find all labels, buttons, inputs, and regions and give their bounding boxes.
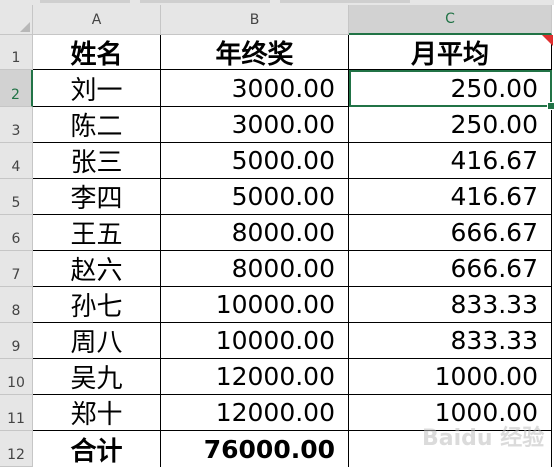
cell-name-8[interactable]: 孙七 <box>33 287 161 323</box>
row-header-12[interactable]: 12 <box>0 431 33 467</box>
cell-bonus-7[interactable]: 8000.00 <box>161 251 349 287</box>
cell-name-5[interactable]: 李四 <box>33 179 161 215</box>
row-header-5[interactable]: 5 <box>0 179 33 215</box>
column-header-c[interactable]: C <box>349 5 552 35</box>
cell-bonus-10[interactable]: 12000.00 <box>161 359 349 395</box>
row-header-10[interactable]: 10 <box>0 359 33 395</box>
cell-name-9[interactable]: 周八 <box>33 323 161 359</box>
header-cell-name-1[interactable]: 姓名 <box>33 35 161 70</box>
cell-bonus-12[interactable]: 76000.00 <box>161 431 349 467</box>
row-header-1[interactable]: 1 <box>0 35 33 70</box>
cell-monthly-5[interactable]: 416.67 <box>349 179 552 215</box>
cell-bonus-9[interactable]: 10000.00 <box>161 323 349 359</box>
cell-monthly-3[interactable]: 250.00 <box>349 107 552 143</box>
row-header-6[interactable]: 6 <box>0 215 33 251</box>
cell-name-4[interactable]: 张三 <box>33 143 161 179</box>
row-header-11[interactable]: 11 <box>0 395 33 431</box>
select-all-button[interactable] <box>0 5 33 35</box>
comment-indicator-icon[interactable] <box>542 35 553 46</box>
cell-name-10[interactable]: 吴九 <box>33 359 161 395</box>
cell-bonus-5[interactable]: 5000.00 <box>161 179 349 215</box>
cell-bonus-6[interactable]: 8000.00 <box>161 215 349 251</box>
cell-name-12[interactable]: 合计 <box>33 431 161 467</box>
fill-handle[interactable] <box>547 102 554 110</box>
cell-bonus-2[interactable]: 3000.00 <box>161 70 349 107</box>
cell-monthly-12[interactable] <box>349 431 552 467</box>
cell-bonus-3[interactable]: 3000.00 <box>161 107 349 143</box>
cell-monthly-11[interactable]: 1000.00 <box>349 395 552 431</box>
row-header-7[interactable]: 7 <box>0 251 33 287</box>
row-header-3[interactable]: 3 <box>0 107 33 143</box>
column-header-b[interactable]: B <box>161 5 349 35</box>
cell-name-3[interactable]: 陈二 <box>33 107 161 143</box>
spreadsheet: ABC 1 姓名 年终奖 月平均 2 刘一 3000.00 250.00 3 陈二 3000.00 2… <box>0 0 554 475</box>
cell-monthly-9[interactable]: 833.33 <box>349 323 552 359</box>
cell-monthly-2[interactable]: 250.00 <box>349 70 552 107</box>
row-header-2[interactable]: 2 <box>0 70 33 107</box>
cell-monthly-10[interactable]: 1000.00 <box>349 359 552 395</box>
cell-bonus-4[interactable]: 5000.00 <box>161 143 349 179</box>
cell-monthly-7[interactable]: 666.67 <box>349 251 552 287</box>
cell-monthly-6[interactable]: 666.67 <box>349 215 552 251</box>
column-header-a[interactable]: A <box>33 5 161 35</box>
cell-name-7[interactable]: 赵六 <box>33 251 161 287</box>
cell-name-6[interactable]: 王五 <box>33 215 161 251</box>
header-cell-bonus-1[interactable]: 年终奖 <box>161 35 349 70</box>
row-header-8[interactable]: 8 <box>0 287 33 323</box>
row-header-4[interactable]: 4 <box>0 143 33 179</box>
row-header-9[interactable]: 9 <box>0 323 33 359</box>
cell-name-11[interactable]: 郑十 <box>33 395 161 431</box>
cell-monthly-8[interactable]: 833.33 <box>349 287 552 323</box>
cell-monthly-4[interactable]: 416.67 <box>349 143 552 179</box>
cell-bonus-11[interactable]: 12000.00 <box>161 395 349 431</box>
header-cell-monthly-1[interactable]: 月平均 <box>349 35 552 70</box>
cell-bonus-8[interactable]: 10000.00 <box>161 287 349 323</box>
cell-name-2[interactable]: 刘一 <box>33 70 161 107</box>
